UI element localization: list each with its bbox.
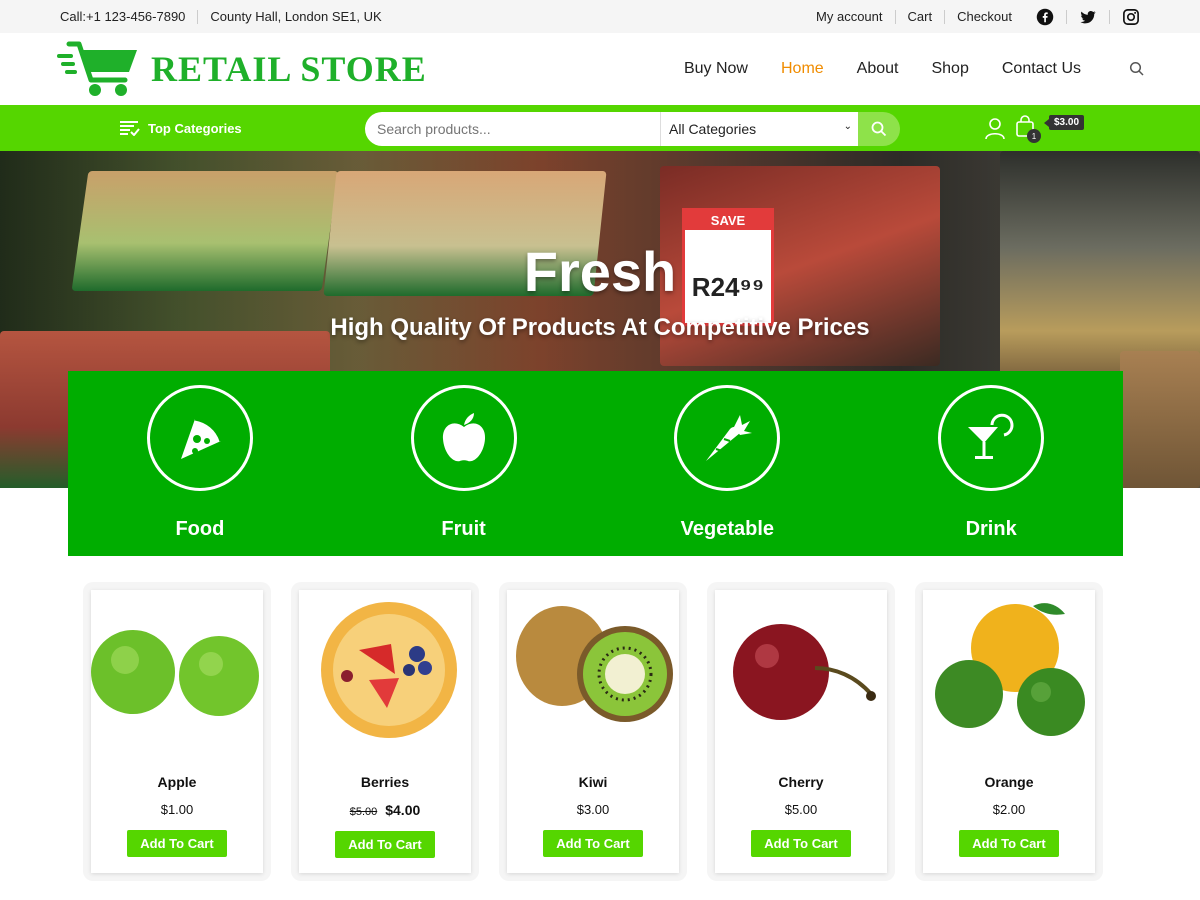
- product-card-cherry[interactable]: Cherry $5.00 Add To Cart: [707, 582, 895, 881]
- my-account-link[interactable]: My account: [816, 9, 882, 24]
- apple-icon: [410, 385, 517, 491]
- old-price: $5.00: [349, 806, 378, 818]
- add-to-cart-button[interactable]: Add To Cart: [751, 830, 851, 857]
- product-price: $5.00: [785, 802, 818, 817]
- product-grid: Apple $1.00 Add To Cart Berries $5.00 $4.…: [83, 582, 1103, 881]
- category-label: Fruit: [441, 518, 486, 540]
- product-search: All Categories ⌄: [365, 112, 900, 146]
- cart-total-badge: $3.00: [1043, 115, 1085, 130]
- top-categories-menu[interactable]: Top Categories: [120, 120, 242, 136]
- divider: [1109, 9, 1110, 24]
- apple-image: [91, 590, 263, 740]
- add-to-cart-button[interactable]: Add To Cart: [543, 830, 643, 857]
- product-name: Apple: [157, 774, 197, 790]
- top-info-bar: Call:+1 123-456-7890 County Hall, London…: [0, 0, 1200, 33]
- cart-count-badge: 1: [1027, 129, 1041, 143]
- hero-subtitle: High Quality Of Products At Competitive …: [330, 314, 870, 341]
- nav-contact-us[interactable]: Contact Us: [1002, 60, 1081, 78]
- category-fruit[interactable]: Fruit: [332, 371, 596, 556]
- search-input[interactable]: [365, 112, 660, 146]
- site-header: RETAIL STORE Buy Now Home About Shop Con…: [0, 33, 1200, 105]
- product-name: Orange: [984, 774, 1034, 790]
- main-nav: Buy Now Home About Shop Contact Us: [651, 60, 1145, 78]
- category-food[interactable]: Food: [68, 371, 332, 556]
- add-to-cart-button[interactable]: Add To Cart: [335, 831, 435, 858]
- shopping-cart-logo-icon: [57, 41, 137, 96]
- nav-about[interactable]: About: [857, 60, 899, 78]
- current-price: $4.00: [385, 802, 421, 818]
- divider: [197, 9, 199, 24]
- orange-image: [923, 590, 1095, 740]
- phone-number: Call:+1 123-456-7890: [60, 9, 186, 24]
- product-price: $5.00 $4.00: [350, 802, 421, 818]
- category-strip: Food Fruit Vegetable Drink: [68, 371, 1123, 556]
- product-price: $3.00: [577, 802, 610, 817]
- cart-button[interactable]: 1: [1015, 115, 1041, 143]
- current-price: $3.00: [576, 802, 610, 817]
- divider: [944, 9, 946, 24]
- user-icon[interactable]: [985, 117, 1005, 140]
- category-label: Drink: [965, 518, 1017, 540]
- product-name: Berries: [360, 774, 410, 790]
- product-price: $2.00: [993, 802, 1026, 817]
- product-card-orange[interactable]: Orange $2.00 Add To Cart: [915, 582, 1103, 881]
- add-to-cart-button[interactable]: Add To Cart: [959, 830, 1059, 857]
- store-address: County Hall, London SE1, UK: [210, 9, 382, 24]
- checkout-link[interactable]: Checkout: [957, 9, 1012, 24]
- product-price: $1.00: [161, 802, 194, 817]
- divider: [1066, 9, 1067, 24]
- current-price: $1.00: [160, 802, 194, 817]
- search-icon[interactable]: [1129, 61, 1145, 77]
- category-search-bar: Top Categories All Categories ⌄ 1 $3.00: [0, 105, 1200, 151]
- category-select[interactable]: All Categories ⌄: [660, 112, 858, 146]
- category-vegetable[interactable]: Vegetable: [596, 371, 860, 556]
- site-logo[interactable]: RETAIL STORE: [55, 40, 427, 98]
- instagram-icon[interactable]: [1122, 8, 1140, 26]
- chevron-down-icon: ⌄: [843, 121, 852, 132]
- category-drink[interactable]: Drink: [859, 371, 1123, 556]
- divider: [894, 9, 896, 24]
- search-button[interactable]: [858, 112, 900, 146]
- product-card-apple[interactable]: Apple $1.00 Add To Cart: [83, 582, 271, 881]
- cart-link[interactable]: Cart: [908, 9, 933, 24]
- add-to-cart-button[interactable]: Add To Cart: [127, 830, 227, 857]
- berries-image: [299, 590, 471, 740]
- cocktail-icon: [938, 385, 1045, 491]
- product-name: Kiwi: [578, 774, 608, 790]
- facebook-icon[interactable]: [1036, 8, 1054, 26]
- sale-sign-label: SAVE: [685, 211, 771, 230]
- pizza-icon: [146, 385, 253, 491]
- top-categories-label: Top Categories: [148, 120, 242, 136]
- product-name: Cherry: [778, 774, 824, 790]
- twitter-icon[interactable]: [1079, 8, 1097, 26]
- logo-text: RETAIL STORE: [151, 49, 427, 89]
- current-price: $2.00: [992, 802, 1026, 817]
- hero-photo-shape: [1120, 351, 1200, 488]
- kiwi-image: [507, 590, 679, 740]
- product-card-berries[interactable]: Berries $5.00 $4.00 Add To Cart: [291, 582, 479, 881]
- product-card-kiwi[interactable]: Kiwi $3.00 Add To Cart: [499, 582, 687, 881]
- cherry-image: [715, 590, 887, 740]
- hero-title: Fresh: [523, 240, 677, 303]
- category-label: Vegetable: [680, 518, 775, 540]
- carrot-icon: [674, 385, 781, 491]
- nav-buy-now[interactable]: Buy Now: [684, 60, 748, 78]
- nav-home[interactable]: Home: [781, 60, 824, 78]
- current-price: $5.00: [784, 802, 818, 817]
- nav-shop[interactable]: Shop: [931, 60, 968, 78]
- menu-list-icon: [120, 121, 140, 136]
- search-icon: [871, 121, 887, 137]
- category-label: Food: [175, 518, 225, 540]
- category-select-value: All Categories: [669, 121, 757, 137]
